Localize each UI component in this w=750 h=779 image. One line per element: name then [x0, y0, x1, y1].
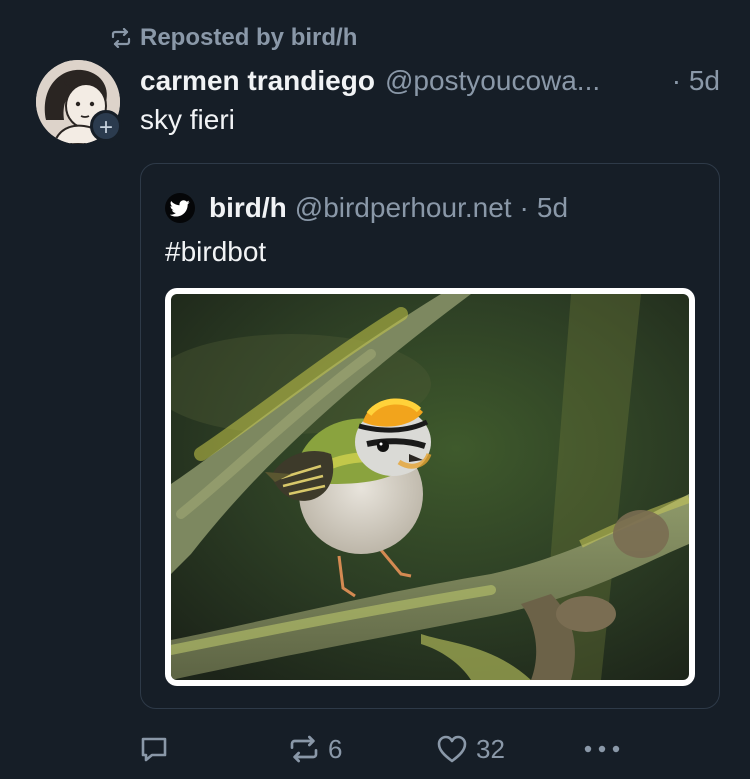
author-avatar[interactable]: +: [36, 60, 122, 144]
repost-indicator[interactable]: Reposted by bird/h: [110, 22, 357, 54]
twitter-bird-icon[interactable]: [165, 193, 195, 223]
quoted-author-name[interactable]: bird/h: [209, 192, 287, 224]
follow-badge[interactable]: +: [90, 110, 122, 142]
quoted-author-handle[interactable]: @birdperhour.net: [295, 192, 512, 224]
quoted-post-text[interactable]: #birdbot: [165, 236, 266, 268]
reply-button[interactable]: [138, 728, 170, 770]
quoted-post[interactable]: bird/h @birdperhour.net · 5d #birdbot: [140, 163, 720, 709]
reply-icon: [138, 733, 170, 765]
like-count: 32: [476, 733, 505, 764]
repost-icon: [110, 28, 132, 48]
post-time[interactable]: · 5d: [672, 65, 720, 97]
repost-icon: [288, 734, 320, 764]
quoted-post-image[interactable]: [165, 288, 695, 686]
post-header: carmen trandiego @postyoucowa... · 5d: [140, 60, 720, 102]
post-text: sky fieri: [140, 104, 235, 135]
quoted-post-header: bird/h @birdperhour.net · 5d: [165, 190, 568, 226]
author-display-name[interactable]: carmen trandiego: [140, 65, 375, 97]
quoted-post-time[interactable]: 5d: [537, 192, 568, 224]
repost-button[interactable]: 6: [288, 728, 342, 770]
author-handle[interactable]: @postyoucowa...: [385, 65, 600, 97]
heart-icon: [436, 734, 468, 764]
feed-post[interactable]: Reposted by bird/h + carmen trandiego @p…: [0, 0, 750, 779]
repost-count: 6: [328, 733, 343, 764]
more-options-button[interactable]: [582, 728, 622, 770]
like-button[interactable]: 32: [436, 728, 505, 770]
more-icon: [582, 744, 622, 754]
post-actions: 6 32: [0, 728, 750, 770]
quoted-separator: ·: [519, 192, 529, 223]
repost-label: Reposted by bird/h: [140, 24, 358, 51]
